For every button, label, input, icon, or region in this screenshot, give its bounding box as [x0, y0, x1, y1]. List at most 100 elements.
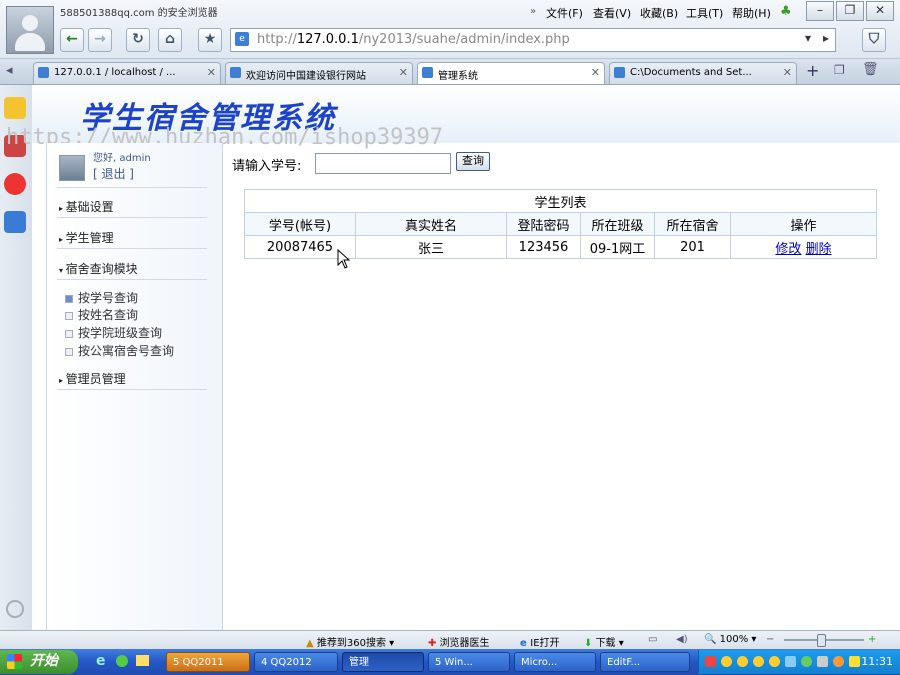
- cell-actions: 修改 删除: [730, 235, 877, 259]
- address-dropdown-icon[interactable]: ▾: [805, 31, 811, 45]
- sidebar-sub-by-name[interactable]: 按姓名查询: [65, 306, 138, 323]
- menu-help[interactable]: 帮助(H): [732, 5, 771, 21]
- cell-class: 09-1网工: [580, 235, 655, 259]
- ie-quicklaunch-icon[interactable]: e: [96, 653, 106, 669]
- sidebar-sub-by-class[interactable]: 按学院班级查询: [65, 324, 162, 341]
- logout-link[interactable]: [ 退出 ]: [93, 165, 134, 182]
- sidebar-toggle-icon[interactable]: ◂: [6, 63, 13, 78]
- apps-icon[interactable]: [4, 211, 26, 233]
- favorite-star-button[interactable]: ★: [198, 28, 222, 52]
- maximize-button[interactable]: ❐: [836, 1, 864, 21]
- sidebar-item-student-management[interactable]: ▸ 学生管理: [59, 229, 114, 246]
- menu-tools[interactable]: 工具(T): [686, 5, 723, 21]
- tray-shield-icon[interactable]: [849, 656, 860, 667]
- browser-statusbar: ▲ 推荐到360搜索 ▾ ✚ 浏览器医生 e IE打开 ⬇ 下载 ▾ ▭ ◀) …: [0, 630, 900, 650]
- tray-360-icon[interactable]: [801, 656, 812, 667]
- tab-admin-system[interactable]: 管理系统 ✕: [417, 62, 605, 84]
- taskbar-qq2011[interactable]: 5 QQ2011: [166, 652, 250, 672]
- page-icon: [422, 67, 433, 78]
- doctor-icon: ✚: [428, 638, 440, 649]
- tray-qq-icon[interactable]: [753, 656, 764, 667]
- menu-expand-icon[interactable]: »: [530, 6, 536, 17]
- favorites-icon[interactable]: [4, 97, 26, 119]
- tray-app-icon[interactable]: [705, 656, 716, 667]
- screen-icon[interactable]: ▭: [648, 634, 657, 645]
- tray-network-icon[interactable]: [785, 656, 796, 667]
- sidebar-sub-by-dorm[interactable]: 按公寓宿舍号查询: [65, 342, 174, 359]
- settings-gear-icon[interactable]: [6, 600, 24, 618]
- sidebar-item-dorm-query[interactable]: ▾ 宿舍查询模块: [59, 260, 138, 277]
- download-button[interactable]: ⬇ 下载 ▾: [584, 634, 624, 649]
- taskbar-windows-explorer[interactable]: 5 Win...: [428, 652, 510, 672]
- tray-qq-icon[interactable]: [721, 656, 732, 667]
- security-shield-icon[interactable]: ⛉: [862, 28, 886, 52]
- page-icon: e: [235, 32, 249, 46]
- tray-qq-icon[interactable]: [737, 656, 748, 667]
- close-button[interactable]: ✕: [866, 1, 894, 21]
- forward-button[interactable]: →: [88, 28, 112, 52]
- new-tab-icon[interactable]: +: [806, 61, 819, 80]
- tray-security-icon[interactable]: [833, 656, 844, 667]
- go-arrow-icon[interactable]: ▸: [823, 31, 829, 45]
- sidebar-sub-by-id[interactable]: 按学号查询: [65, 289, 138, 306]
- ie-icon: e: [520, 638, 531, 649]
- menu-view[interactable]: 查看(V): [593, 5, 631, 21]
- browser-side-strip: [0, 85, 33, 630]
- clock[interactable]: 11:31: [861, 655, 893, 668]
- address-bar[interactable]: e http://127.0.0.1/ny2013/suahe/admin/in…: [230, 28, 836, 52]
- tab-close-icon[interactable]: ✕: [207, 66, 216, 79]
- tab-local-file[interactable]: C:\Documents and Set... ✕: [609, 62, 797, 84]
- system-tray: 11:31: [698, 650, 900, 674]
- weibo-icon[interactable]: [4, 173, 26, 195]
- zoom-in-icon[interactable]: +: [868, 634, 876, 645]
- recommend-360-button[interactable]: ▲ 推荐到360搜索 ▾: [306, 634, 394, 649]
- address-url[interactable]: http://127.0.0.1/ny2013/suahe/admin/inde…: [257, 32, 570, 47]
- taskbar-admin-browser[interactable]: 管理: [342, 652, 424, 672]
- back-button[interactable]: ←: [60, 28, 84, 52]
- query-label: 请输入学号:: [232, 159, 302, 174]
- divider: [57, 389, 207, 390]
- column-header: 真实姓名: [355, 212, 507, 236]
- zoom-out-icon[interactable]: −: [766, 634, 774, 645]
- sound-icon[interactable]: ◀): [676, 634, 688, 645]
- tab-localhost[interactable]: 127.0.0.1 / localhost / ... ✕: [33, 62, 221, 84]
- divider: [57, 248, 207, 249]
- tab-close-icon[interactable]: ✕: [399, 66, 408, 79]
- menu-favorites[interactable]: 收藏(B): [640, 5, 678, 21]
- tab-close-icon[interactable]: ✕: [783, 66, 792, 79]
- browser-doctor-button[interactable]: ✚ 浏览器医生: [428, 634, 490, 649]
- zoom-control[interactable]: 🔍 100% ▾: [704, 634, 756, 645]
- sidebar-item-basic-settings[interactable]: ▸ 基础设置: [59, 198, 114, 215]
- tray-qq-icon[interactable]: [769, 656, 780, 667]
- ie-open-button[interactable]: e IE打开: [520, 634, 560, 649]
- tab-bar: ◂ 127.0.0.1 / localhost / ... ✕ 欢迎访问中国建设…: [0, 59, 900, 85]
- taskbar-qq2012[interactable]: 4 QQ2012: [254, 652, 338, 672]
- minimize-button[interactable]: –: [806, 1, 834, 21]
- query-button[interactable]: 查询: [456, 152, 490, 171]
- menu-file[interactable]: 文件(F): [546, 5, 583, 21]
- taskbar-microsoft[interactable]: Micro...: [514, 652, 596, 672]
- student-id-input[interactable]: [315, 153, 451, 174]
- thumb-icon: ▲: [306, 638, 317, 649]
- tab-close-icon[interactable]: ✕: [591, 66, 600, 79]
- restore-tab-icon[interactable]: ❐: [834, 63, 845, 77]
- taskbar-editplus[interactable]: EditF...: [600, 652, 690, 672]
- tab-ccb[interactable]: 欢迎访问中国建设银行网站 ✕: [225, 62, 413, 84]
- tray-volume-icon[interactable]: [817, 656, 828, 667]
- skin-icon[interactable]: ♣: [780, 4, 792, 19]
- trash-icon[interactable]: 🗑: [862, 62, 879, 77]
- home-button[interactable]: ⌂: [158, 28, 182, 52]
- admin-sidebar: 您好, admin [ 退出 ] ▸ 基础设置 ▸ 学生管理 ▾ 宿舍查询模块 …: [46, 143, 223, 630]
- windows-taskbar: 开始 e 5 QQ2011 4 QQ2012 管理 5 Win... Micro…: [0, 649, 900, 675]
- edit-link[interactable]: 修改: [775, 242, 801, 257]
- folder-quicklaunch-icon[interactable]: [136, 655, 149, 666]
- user-avatar-icon[interactable]: [6, 6, 54, 54]
- zoom-slider-knob[interactable]: [817, 634, 826, 647]
- bullet-icon: [65, 294, 73, 303]
- refresh-button[interactable]: ↻: [126, 28, 150, 52]
- delete-link[interactable]: 删除: [806, 242, 832, 257]
- web-page: 学生宿舍管理系统 https://www.huzhan.com/ishop393…: [6, 85, 900, 630]
- browser-quicklaunch-icon[interactable]: [116, 655, 128, 667]
- sidebar-item-admin-management[interactable]: ▸ 管理员管理: [59, 370, 126, 387]
- windows-logo-icon: [7, 654, 22, 669]
